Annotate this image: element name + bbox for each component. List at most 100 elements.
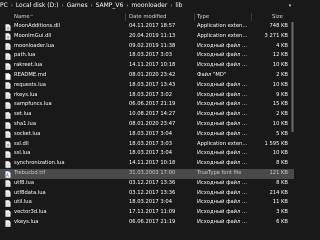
dll-icon [5, 141, 11, 149]
file-size: 214 KB [269, 189, 288, 196]
column-header-date[interactable]: Date modified [129, 12, 167, 22]
file-type: Application exten... [197, 140, 248, 147]
file-row[interactable]: requests.lua 18.03.2017 13:43 Исходный фай… [0, 81, 294, 91]
md-file-icon [5, 72, 11, 80]
chevron-right-icon[interactable]: › [11, 3, 13, 9]
file-name: Trebucbd.ttf [14, 169, 46, 176]
file-name: path.lua [14, 52, 36, 59]
file-row[interactable]: sampfuncs.lua 06.06.2017 21:19 Исходный фа… [0, 100, 294, 110]
column-divider[interactable] [125, 13, 126, 21]
file-date-modified: 18.03.2017 3:04 [129, 199, 172, 206]
file-row[interactable]: socket.lua 18.03.2017 3:04 Исходный файл .… [0, 130, 294, 140]
column-header-row: ^ Name Date modified Type Size [0, 12, 294, 22]
address-bar[interactable]: PC › Local disk (D:) › Games › SAMP_V6 › moonloa… [0, 0, 294, 12]
column-divider[interactable] [194, 13, 195, 21]
file-row[interactable]: vector3d.lua 17.11.2017 11:09 Исходный фай… [0, 208, 294, 218]
file-size: 8 KB [276, 179, 288, 186]
file-date-modified: 18.03.2017 3:03 [129, 140, 172, 147]
file-date-modified: 06.06.2017 21:19 [129, 218, 176, 225]
file-row[interactable]: rkeys.lua 18.03.2017 3:02 Исходный файл ..… [0, 91, 294, 101]
file-size: 2 KB [276, 111, 288, 118]
breadcrumb-item-games[interactable]: Games [67, 2, 88, 9]
file-row[interactable]: set.lua 10.08.2017 14:27 Исходный файл ...… [0, 110, 294, 120]
chevron-right-icon[interactable]: › [126, 3, 128, 9]
file-type: Исходный файл ... [197, 111, 247, 118]
file-date-modified: 18.03.2017 3:04 [129, 150, 172, 157]
file-size: 8 KB [276, 160, 288, 167]
file-date-modified: 06.06.2017 21:19 [129, 101, 176, 108]
column-header-type[interactable]: Type [197, 12, 209, 22]
chevron-right-icon[interactable]: › [170, 3, 172, 9]
file-type: Исходный файл ... [197, 199, 247, 206]
lua-file-icon [5, 92, 11, 100]
file-date-modified: 18.03.2017 3:02 [129, 91, 172, 98]
file-row[interactable]: moonloader.lua 09.02.2019 11:38 Исходный ф… [0, 42, 294, 52]
file-row[interactable]: utf8.lua 03.12.2017 13:36 Исходный файл ..… [0, 179, 294, 189]
address-dropdown-icon[interactable]: ▾ [286, 0, 294, 12]
file-size: 3 KB [276, 209, 288, 216]
file-size: 121 KB [269, 169, 288, 176]
file-name: set.lua [14, 111, 32, 118]
column-divider[interactable] [251, 13, 252, 21]
file-size: 5 KB [276, 130, 288, 137]
file-name: ssl.dll [14, 140, 29, 147]
file-type: Исходный файл ... [197, 130, 247, 137]
file-type: Исходный файл ... [197, 81, 247, 88]
file-size: 10 KB [272, 81, 288, 88]
file-type: Application exten... [197, 23, 248, 29]
file-row[interactable]: MoonAdditions.dll 04.11.2017 18:57 Applica… [0, 22, 294, 32]
file-row[interactable]: vkeys.lua 06.06.2017 21:19 Исходный файл .… [0, 218, 294, 228]
file-row[interactable]: sha1.lua 08.01.2020 23:47 Исходный файл ..… [0, 120, 294, 130]
file-type: TrueType font file [197, 169, 242, 176]
lua-file-icon [5, 102, 11, 109]
file-type: Application exten... [197, 32, 248, 39]
file-size: 9 KB [276, 91, 288, 98]
file-name: vkeys.lua [14, 218, 39, 225]
chevron-right-icon[interactable]: › [91, 3, 93, 9]
breadcrumb-item-moonloader[interactable]: moonloader [131, 2, 167, 9]
file-type: Исходный файл ... [197, 52, 247, 59]
file-row[interactable]: README.md 08.01.2020 23:42 Файл "MD" 2 KB [0, 71, 294, 81]
lua-file-icon [5, 160, 11, 168]
column-header-name[interactable]: Name [14, 12, 30, 22]
file-row[interactable]: utf8data.lua 03.12.2017 13:36 Исходный фай… [0, 189, 294, 199]
file-name: moonloader.lua [14, 42, 55, 49]
file-type: Исходный файл ... [197, 189, 247, 196]
file-row[interactable]: util.lua 18.03.2017 3:04 Исходный файл ...… [0, 198, 294, 208]
file-row[interactable]: synchronization.lua 14.11.2017 10:18 Исход… [0, 159, 294, 169]
file-date-modified: 20.04.2019 11:13 [129, 32, 176, 39]
file-name: synchronization.lua [14, 160, 65, 167]
file-row[interactable]: ssl.dll 18.03.2017 3:03 Application exten.… [0, 140, 294, 150]
column-header-size[interactable]: Size [272, 12, 283, 22]
file-date-modified: 14.11.2017 10:18 [129, 160, 176, 167]
file-date-modified: 18.03.2017 3:03 [129, 52, 172, 59]
file-type: Исходный файл ... [197, 179, 247, 186]
file-row[interactable]: ssl.lua 18.03.2017 3:04 Исходный файл ... 1… [0, 149, 294, 159]
file-size: 12 KB [272, 52, 288, 59]
file-date-modified: 31.03.2003 17:00 [129, 169, 176, 176]
breadcrumb-item-pc[interactable]: PC [0, 2, 8, 9]
file-name: ssl.lua [14, 150, 31, 157]
breadcrumb-item-lib[interactable]: lib [175, 2, 182, 9]
file-size: 10 KB [272, 150, 288, 157]
file-name: util.lua [14, 199, 32, 206]
file-row[interactable]: path.lua 18.03.2017 3:03 Исходный файл ...… [0, 51, 294, 61]
lua-file-icon [5, 151, 11, 158]
lua-file-icon [5, 209, 11, 217]
file-row[interactable]: rakreet.lua 14.11.2017 10:18 Исходный файл… [0, 61, 294, 71]
breadcrumb-item-samp[interactable]: SAMP_V6 [96, 2, 124, 9]
breadcrumb-item-local-disk[interactable]: Local disk (D:) [16, 2, 59, 9]
file-date-modified: 08.01.2020 23:42 [129, 71, 176, 78]
file-name: utf8data.lua [14, 189, 46, 196]
file-row[interactable]: MoonImGui.dll 20.04.2019 11:13 Application… [0, 32, 294, 42]
lua-file-icon [5, 219, 11, 227]
file-type: Исходный файл ... [197, 209, 247, 216]
vertical-scrollbar[interactable] [291, 22, 294, 240]
file-row[interactable]: Trebucbd.ttf 31.03.2003 17:00 TrueType fon… [0, 168, 294, 179]
dll-icon [5, 23, 11, 31]
file-date-modified: 10.08.2017 14:27 [129, 111, 176, 118]
lua-file-icon [5, 180, 11, 188]
file-name: sampfuncs.lua [14, 101, 52, 108]
file-size: 748 KB [269, 23, 288, 29]
chevron-right-icon[interactable]: › [62, 3, 64, 9]
